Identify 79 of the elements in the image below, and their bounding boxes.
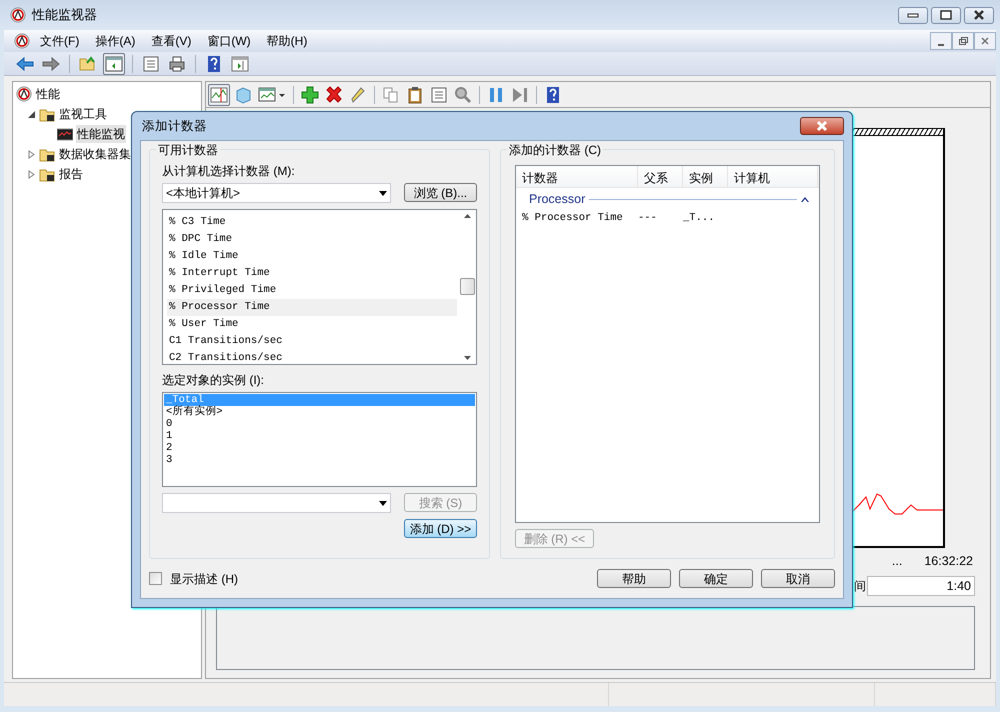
computer-combobox[interactable]: <本地计算机>: [162, 183, 391, 203]
close-icon: [815, 120, 829, 132]
add-button[interactable]: 添加 (D) >>: [404, 519, 477, 538]
list-item[interactable]: % DPC Time: [167, 231, 457, 248]
tree-item[interactable]: 监视工具: [58, 105, 108, 123]
menu-item[interactable]: 操作(A): [89, 32, 142, 50]
list-item[interactable]: % Privileged Time: [167, 282, 457, 299]
collapse-chevron-icon[interactable]: [801, 196, 809, 202]
line-chart-icon[interactable]: [208, 84, 230, 106]
list-item[interactable]: 2: [164, 442, 475, 454]
table-cell-text: _T...: [682, 211, 716, 226]
list-item[interactable]: C2 Transitions/sec: [167, 350, 457, 364]
expanded-arrow-icon[interactable]: [27, 110, 36, 118]
menu-item[interactable]: 查看(V): [145, 32, 198, 50]
list-item[interactable]: 0: [164, 418, 475, 430]
duration-label: 间: [854, 578, 866, 595]
column-header[interactable]: 父系: [638, 166, 683, 187]
tree-item[interactable]: 性能监视: [76, 125, 126, 143]
close-button[interactable]: [800, 117, 844, 135]
dialog-button[interactable]: 确定: [679, 569, 753, 588]
dialog-title: 添加计数器: [142, 118, 207, 135]
minimize-icon: [938, 44, 944, 46]
menu-item[interactable]: 帮助(H): [260, 32, 314, 50]
tree-pane-icon[interactable]: [103, 52, 125, 74]
checkbox-label: 显示描述 (H): [170, 570, 238, 588]
column-header[interactable]: 计数器: [516, 166, 638, 187]
dropdown-caret-icon: [379, 190, 387, 196]
dialog-button[interactable]: 帮助: [597, 569, 671, 588]
table-cell-text: % Processor Time: [520, 211, 624, 226]
list-item[interactable]: % User Time: [167, 316, 457, 333]
add-icon[interactable]: [299, 84, 321, 106]
restore-icon: [958, 37, 968, 45]
maximize-icon: [940, 10, 952, 20]
minimize-button[interactable]: [898, 6, 928, 24]
scroll-up-icon: [464, 214, 471, 218]
list-item[interactable]: C1 Transitions/sec: [167, 333, 457, 350]
dropdown-caret-icon: [379, 500, 387, 506]
list-item[interactable]: % Idle Time: [167, 248, 457, 265]
window-title: 性能监视器: [32, 6, 97, 24]
restore-button[interactable]: [952, 32, 974, 50]
column-header[interactable]: 计算机: [728, 166, 818, 187]
list-item[interactable]: % Interrupt Time: [167, 265, 457, 282]
tree-item[interactable]: 报告: [58, 165, 84, 183]
menu-item[interactable]: 窗口(W): [201, 32, 257, 50]
scroll-down-icon: [464, 356, 471, 360]
browse-button[interactable]: 浏览 (B)...: [404, 183, 477, 202]
collapsed-arrow-icon[interactable]: [27, 170, 36, 178]
duration-field: 1:40: [867, 576, 975, 596]
maximize-button[interactable]: [931, 6, 961, 24]
monitor-chart-icon: [57, 126, 73, 142]
performance-icon: [16, 86, 32, 102]
list-item[interactable]: % Processor Time: [167, 299, 457, 316]
close-icon: [981, 37, 989, 45]
app-icon: [14, 33, 30, 49]
list-item[interactable]: % C3 Time: [167, 214, 457, 231]
column-header[interactable]: 实例: [682, 166, 728, 187]
minimize-icon: [907, 11, 919, 19]
group-header[interactable]: Processor: [528, 190, 586, 208]
list-item[interactable]: 1: [164, 430, 475, 442]
tree-item[interactable]: 数据收集器集: [58, 145, 132, 163]
field-label: 从计算机选择计数器 (M):: [162, 163, 296, 180]
list-item[interactable]: <所有实例>: [164, 406, 475, 418]
group-legend: 可用计数器: [156, 141, 220, 159]
minimize-button[interactable]: [930, 32, 952, 50]
menu-item[interactable]: 文件(F): [34, 32, 86, 50]
close-icon: [973, 10, 985, 20]
dialog-button[interactable]: 取消: [761, 569, 835, 588]
app-icon: [10, 7, 26, 23]
table-cell-text: ---: [636, 211, 658, 226]
tree-item[interactable]: 性能: [35, 85, 61, 103]
list-item[interactable]: 3: [164, 454, 475, 466]
group-legend: 添加的计数器 (C): [506, 141, 603, 159]
scroll-thumb[interactable]: [460, 278, 475, 295]
time-label: 16:32:22: [924, 552, 973, 570]
close-button[interactable]: [964, 6, 994, 24]
field-label: 选定对象的实例 (I):: [162, 372, 265, 389]
collapsed-arrow-icon[interactable]: [27, 150, 36, 158]
checkbox[interactable]: [149, 572, 162, 585]
time-label: ...: [892, 552, 902, 570]
